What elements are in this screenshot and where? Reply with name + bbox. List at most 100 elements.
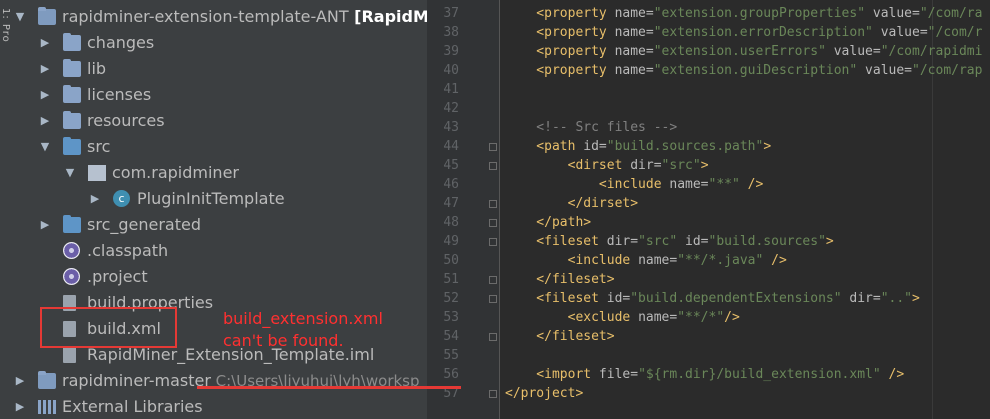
code-token: <import <box>505 367 599 382</box>
code-token: > <box>700 158 709 173</box>
fold-marker-icon[interactable] <box>489 333 497 341</box>
fold-marker-icon[interactable] <box>489 276 497 284</box>
expand-arrow-right-icon[interactable]: ▶ <box>39 212 51 238</box>
annotation-line-2: can't be found. <box>223 331 344 350</box>
code-line[interactable]: <property name="extension.groupPropertie… <box>505 4 982 23</box>
code-token: </path> <box>505 215 592 230</box>
code-token: "build.sources" <box>708 234 826 249</box>
code-token: value= <box>872 25 928 40</box>
line-number: 40 <box>443 63 459 78</box>
tree-item-label: licenses <box>87 85 152 104</box>
code-line[interactable]: </path> <box>505 213 591 232</box>
code-token: name= <box>638 310 678 325</box>
eclipse-file-icon <box>63 268 80 285</box>
line-number: 38 <box>443 25 459 40</box>
code-token: </project> <box>505 386 584 401</box>
code-token: "extension.errorDescription" <box>653 25 873 40</box>
tree-item-plugininittemplate[interactable]: ▶ c PluginInitTemplate <box>10 186 427 212</box>
code-line[interactable]: <path id="build.sources.path"> <box>505 137 771 156</box>
tree-item-lib[interactable]: ▶ lib <box>10 56 427 82</box>
module-folder-icon <box>38 7 56 25</box>
code-token: id= <box>606 291 631 306</box>
expand-arrow-right-icon[interactable]: ▶ <box>39 56 51 82</box>
code-line[interactable]: <property name="extension.guiDescription… <box>505 61 982 80</box>
code-token: dir= <box>841 291 881 306</box>
fold-marker-icon[interactable] <box>489 162 497 170</box>
code-line[interactable]: </dirset> <box>505 194 638 213</box>
tree-item-label: rapidminer-master C:\Users\liyuhui\lyh\w… <box>62 371 420 390</box>
code-token: name= <box>614 44 654 59</box>
code-editor[interactable]: 37 <property name="extension.groupProper… <box>427 0 990 419</box>
tree-item-rapidminer-master[interactable]: ▶ rapidminer-master C:\Users\liyuhui\lyh\… <box>10 368 427 394</box>
import-error-underline <box>197 386 461 389</box>
code-token: "/com/rap <box>912 63 983 78</box>
fold-marker-icon[interactable] <box>489 295 497 303</box>
tree-item-changes[interactable]: ▶ changes <box>10 30 427 56</box>
code-token: "build.dependentExtensions" <box>630 291 842 306</box>
code-token: <property <box>505 6 615 21</box>
code-token: id= <box>677 234 709 249</box>
code-token: "build.sources.path" <box>606 139 764 154</box>
expand-arrow-right-icon[interactable]: ▶ <box>14 368 26 394</box>
annotation-line-1: build_extension.xml <box>223 309 383 328</box>
code-line[interactable]: <import file="${rm.dir}/build_extension.… <box>505 365 904 384</box>
code-line[interactable]: </fileset> <box>505 270 615 289</box>
tree-item-classpath[interactable]: .classpath <box>10 238 427 264</box>
code-token: > <box>763 139 772 154</box>
tree-item-label: PluginInitTemplate <box>137 189 285 208</box>
expand-arrow-down-icon[interactable]: ▼ <box>14 4 26 30</box>
expand-arrow-right-icon[interactable]: ▶ <box>39 108 51 134</box>
eclipse-file-icon <box>63 242 80 259</box>
code-line[interactable]: <dirset dir="src"> <box>505 156 709 175</box>
expand-arrow-right-icon[interactable]: ▶ <box>39 30 51 56</box>
tree-item-resources[interactable]: ▶ resources <box>10 108 427 134</box>
expand-arrow-down-icon[interactable]: ▼ <box>64 160 76 186</box>
tree-item-com-rapidminer[interactable]: ▼ com.rapidminer <box>10 160 427 186</box>
tree-item-src-generated[interactable]: ▶ src_generated <box>10 212 427 238</box>
tree-item-licenses[interactable]: ▶ licenses <box>10 82 427 108</box>
fold-marker-icon[interactable] <box>489 200 497 208</box>
code-line[interactable]: <exclude name="**/*"/> <box>505 308 740 327</box>
code-line[interactable]: <fileset id="build.dependentExtensions" … <box>505 289 920 308</box>
folder-icon <box>63 33 81 51</box>
expand-arrow-down-icon[interactable]: ▼ <box>39 134 51 160</box>
code-token: <property <box>505 63 615 78</box>
code-line[interactable]: <property name="extension.errorDescripti… <box>505 23 982 42</box>
code-line[interactable]: </project> <box>505 384 583 403</box>
tree-item-label: src <box>87 137 111 156</box>
fold-marker-icon[interactable] <box>489 219 497 227</box>
code-token: "extension.guiDescription" <box>653 63 858 78</box>
code-line[interactable]: <fileset dir="src" id="build.sources"> <box>505 232 833 251</box>
tree-item-project[interactable]: .project <box>10 264 427 290</box>
tree-item-src[interactable]: ▼ src <box>10 134 427 160</box>
code-token: value= <box>857 63 913 78</box>
line-number: 52 <box>443 291 459 306</box>
libraries-icon <box>38 400 56 414</box>
folder-icon <box>63 111 81 129</box>
fold-marker-icon[interactable] <box>489 143 497 151</box>
expand-arrow-right-icon[interactable]: ▶ <box>14 394 26 419</box>
code-token: "**/*" <box>677 310 725 325</box>
code-line[interactable]: </fileset> <box>505 327 614 346</box>
tree-item-label: External Libraries <box>62 397 203 416</box>
code-line[interactable]: <!-- Src files --> <box>505 118 677 137</box>
fold-marker-icon[interactable] <box>489 390 497 398</box>
code-token: <exclude <box>505 310 639 325</box>
code-token: "**/*.java" <box>677 253 764 268</box>
iml-file-icon <box>63 347 76 363</box>
code-token: </fileset> <box>505 272 615 287</box>
fold-marker-icon[interactable] <box>489 238 497 246</box>
expand-arrow-right-icon[interactable]: ▶ <box>89 186 101 212</box>
code-line[interactable]: <include name="**/*.java" /> <box>505 251 787 270</box>
code-token: </dirset> <box>505 196 639 211</box>
code-line[interactable]: <include name="**" /> <box>505 175 763 194</box>
expand-arrow-right-icon[interactable]: ▶ <box>39 82 51 108</box>
tree-item-external-libraries[interactable]: ▶ External Libraries <box>10 394 427 419</box>
tree-item-root[interactable]: ▼ rapidminer-extension-template-ANT [Rapi… <box>10 4 427 30</box>
code-token: /> <box>880 367 905 382</box>
module-name-suffix: [RapidMi <box>348 7 427 26</box>
code-line[interactable]: <property name="extension.userErrors" va… <box>505 42 982 61</box>
code-token: dir= <box>606 234 639 249</box>
code-token: "extension.userErrors" <box>653 44 826 59</box>
line-number: 45 <box>443 158 459 173</box>
